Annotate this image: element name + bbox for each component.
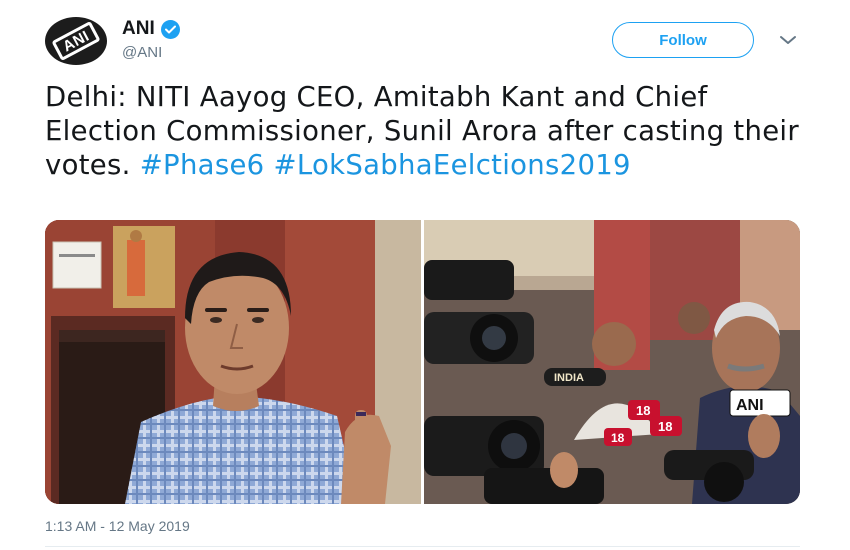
mic-label-18-c: 18 bbox=[611, 431, 625, 445]
hashtag-phase6[interactable]: #Phase6 bbox=[140, 149, 265, 181]
verified-badge-icon bbox=[160, 19, 180, 39]
mic-label-ani: ANI bbox=[736, 397, 764, 414]
tweet-timestamp[interactable]: 1:13 AM - 12 May 2019 bbox=[45, 518, 190, 534]
follow-button[interactable]: Follow bbox=[612, 22, 754, 58]
divider bbox=[45, 546, 800, 547]
display-name[interactable]: ANI bbox=[122, 18, 155, 40]
mic-label-india: INDIA bbox=[554, 372, 584, 384]
tweet-text: Delhi: NITI Aayog CEO, Amitabh Kant and … bbox=[45, 80, 815, 182]
user-handle[interactable]: @ANI bbox=[122, 44, 162, 61]
press-microphones-photo[interactable]: INDIA 18 18 18 ANI bbox=[424, 220, 800, 504]
avatar-logo-text: ANI bbox=[59, 27, 93, 55]
avatar[interactable]: ANI bbox=[45, 17, 107, 65]
ani-logo-icon: ANI bbox=[51, 20, 101, 62]
mic-label-18-a: 18 bbox=[636, 403, 650, 418]
tweet-media[interactable]: INDIA 18 18 18 ANI bbox=[45, 220, 800, 504]
author-name-row[interactable]: ANI bbox=[122, 18, 180, 40]
hashtag-loksabha-elections-2019[interactable]: #LokSabhaEelctions2019 bbox=[274, 149, 631, 181]
man-showing-inked-finger-photo[interactable] bbox=[45, 220, 421, 504]
mic-label-18-b: 18 bbox=[658, 419, 672, 434]
chevron-down-icon[interactable] bbox=[778, 32, 798, 48]
